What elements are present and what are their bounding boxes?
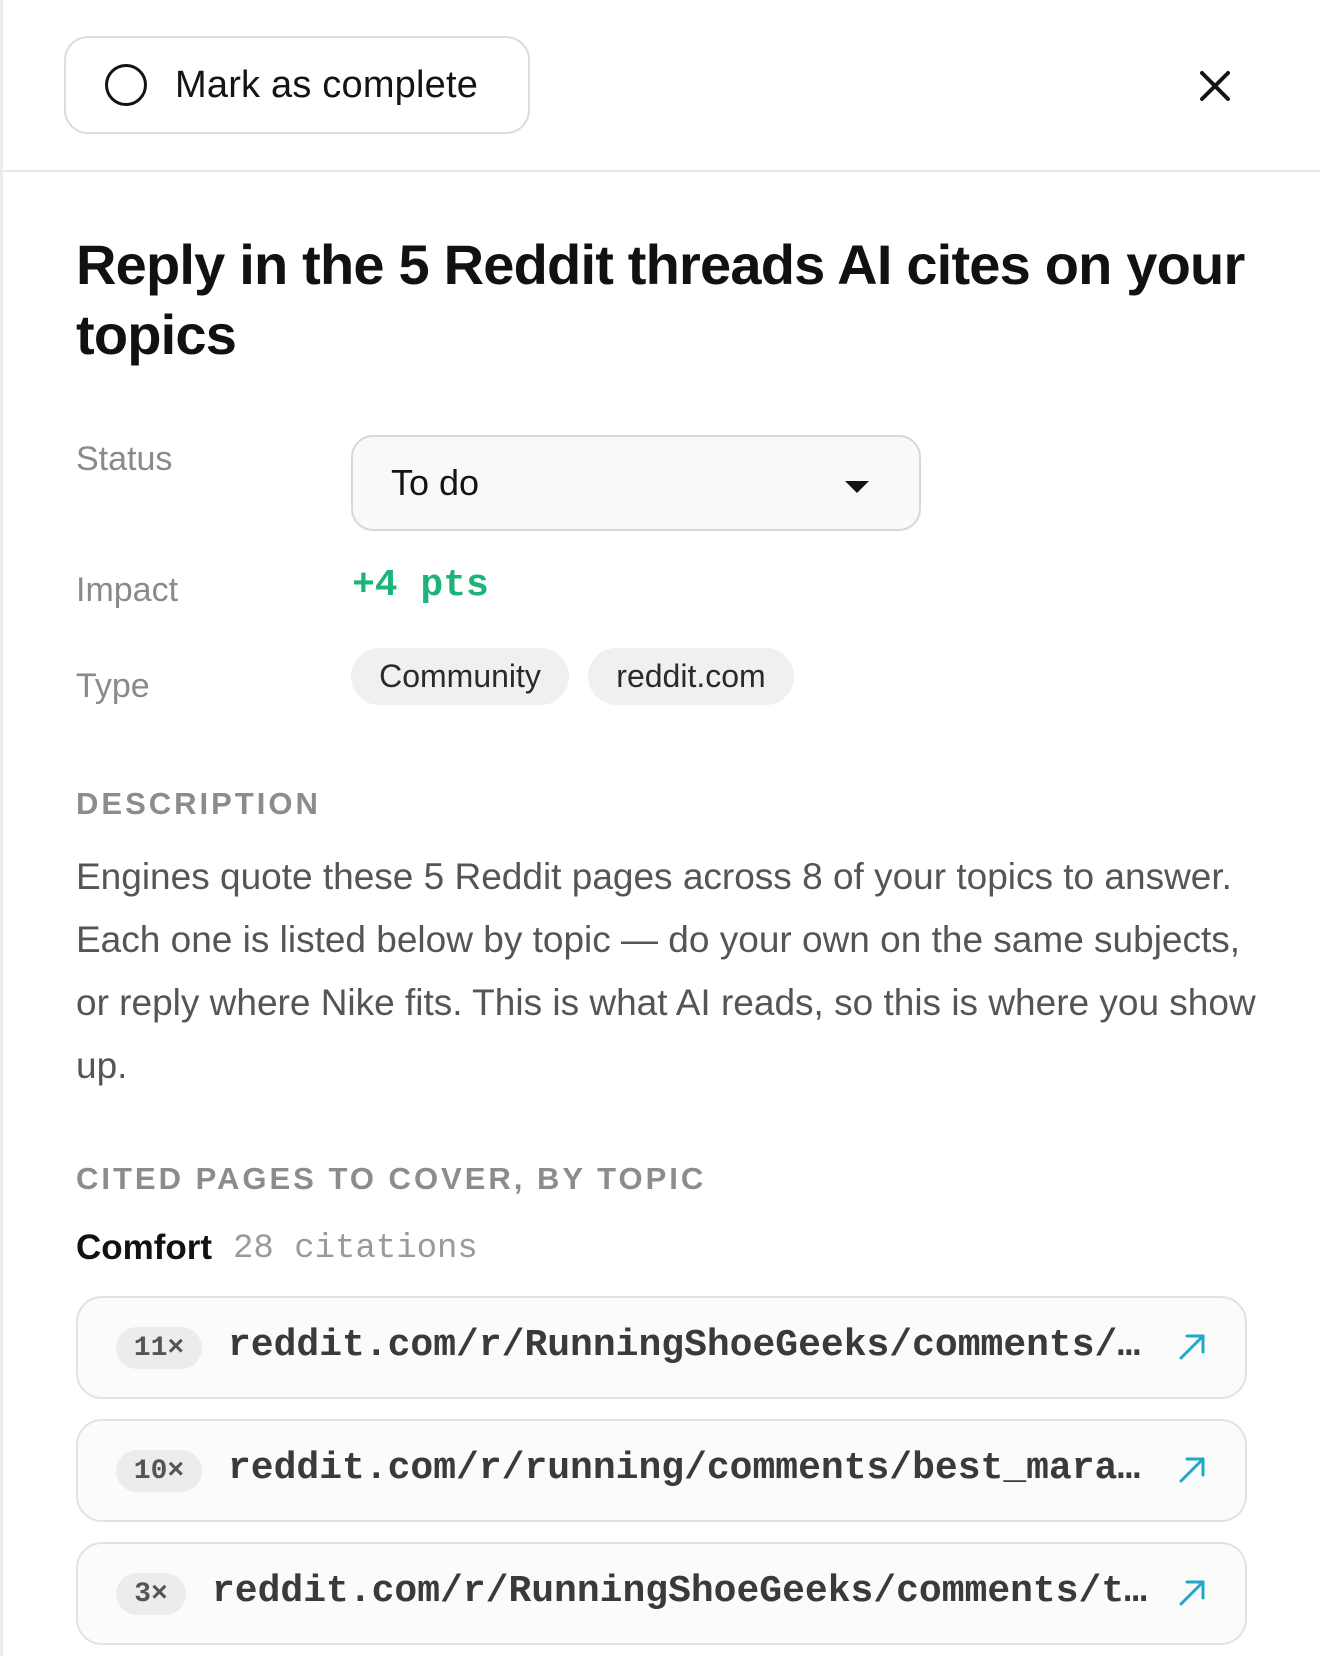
citation-count-badge: 10× <box>116 1450 202 1492</box>
cited-link-row[interactable]: 11× reddit.com/r/RunningShoeGeeks/commen… <box>76 1296 1247 1399</box>
type-tag-community: Community <box>351 648 569 705</box>
status-label: Status <box>76 440 173 478</box>
topic-name: Comfort <box>76 1228 213 1267</box>
impact-value: +4 pts <box>352 564 489 607</box>
panel-left-border <box>0 0 3 1656</box>
cited-url: reddit.com/r/running/comments/best_marat… <box>228 1447 1158 1490</box>
topic-citation-count: 28 citations <box>233 1230 478 1268</box>
panel-header: Mark as complete <box>3 0 1320 172</box>
circle-icon <box>105 64 147 106</box>
impact-label: Impact <box>76 571 179 609</box>
status-dropdown[interactable]: To do <box>351 435 921 531</box>
caret-down-icon <box>845 481 869 493</box>
cited-pages-heading: CITED PAGES TO COVER, BY TOPIC <box>76 1161 707 1196</box>
status-value: To do <box>391 462 480 503</box>
close-icon[interactable] <box>1193 64 1237 108</box>
external-link-icon[interactable] <box>1175 1453 1209 1487</box>
type-tag-domain: reddit.com <box>588 648 794 705</box>
external-link-icon[interactable] <box>1175 1576 1209 1610</box>
cited-url: reddit.com/r/RunningShoeGeeks/comments/s… <box>228 1324 1158 1367</box>
description-heading: DESCRIPTION <box>76 786 321 821</box>
cited-url: reddit.com/r/RunningShoeGeeks/comments/t… <box>212 1570 1162 1613</box>
description-text: Engines quote these 5 Reddit pages acros… <box>76 856 1256 1086</box>
citation-count-badge: 3× <box>116 1573 186 1615</box>
mark-complete-button[interactable]: Mark as complete <box>64 36 530 134</box>
cited-link-row[interactable]: 3× reddit.com/r/RunningShoeGeeks/comment… <box>76 1542 1247 1645</box>
mark-complete-label: Mark as complete <box>175 63 479 106</box>
type-label: Type <box>76 667 150 705</box>
citation-count-badge: 11× <box>116 1327 202 1369</box>
cited-link-row[interactable]: 10× reddit.com/r/running/comments/best_m… <box>76 1419 1247 1522</box>
task-title: Reply in the 5 Reddit threads AI cites o… <box>76 233 1245 366</box>
external-link-icon[interactable] <box>1175 1330 1209 1364</box>
